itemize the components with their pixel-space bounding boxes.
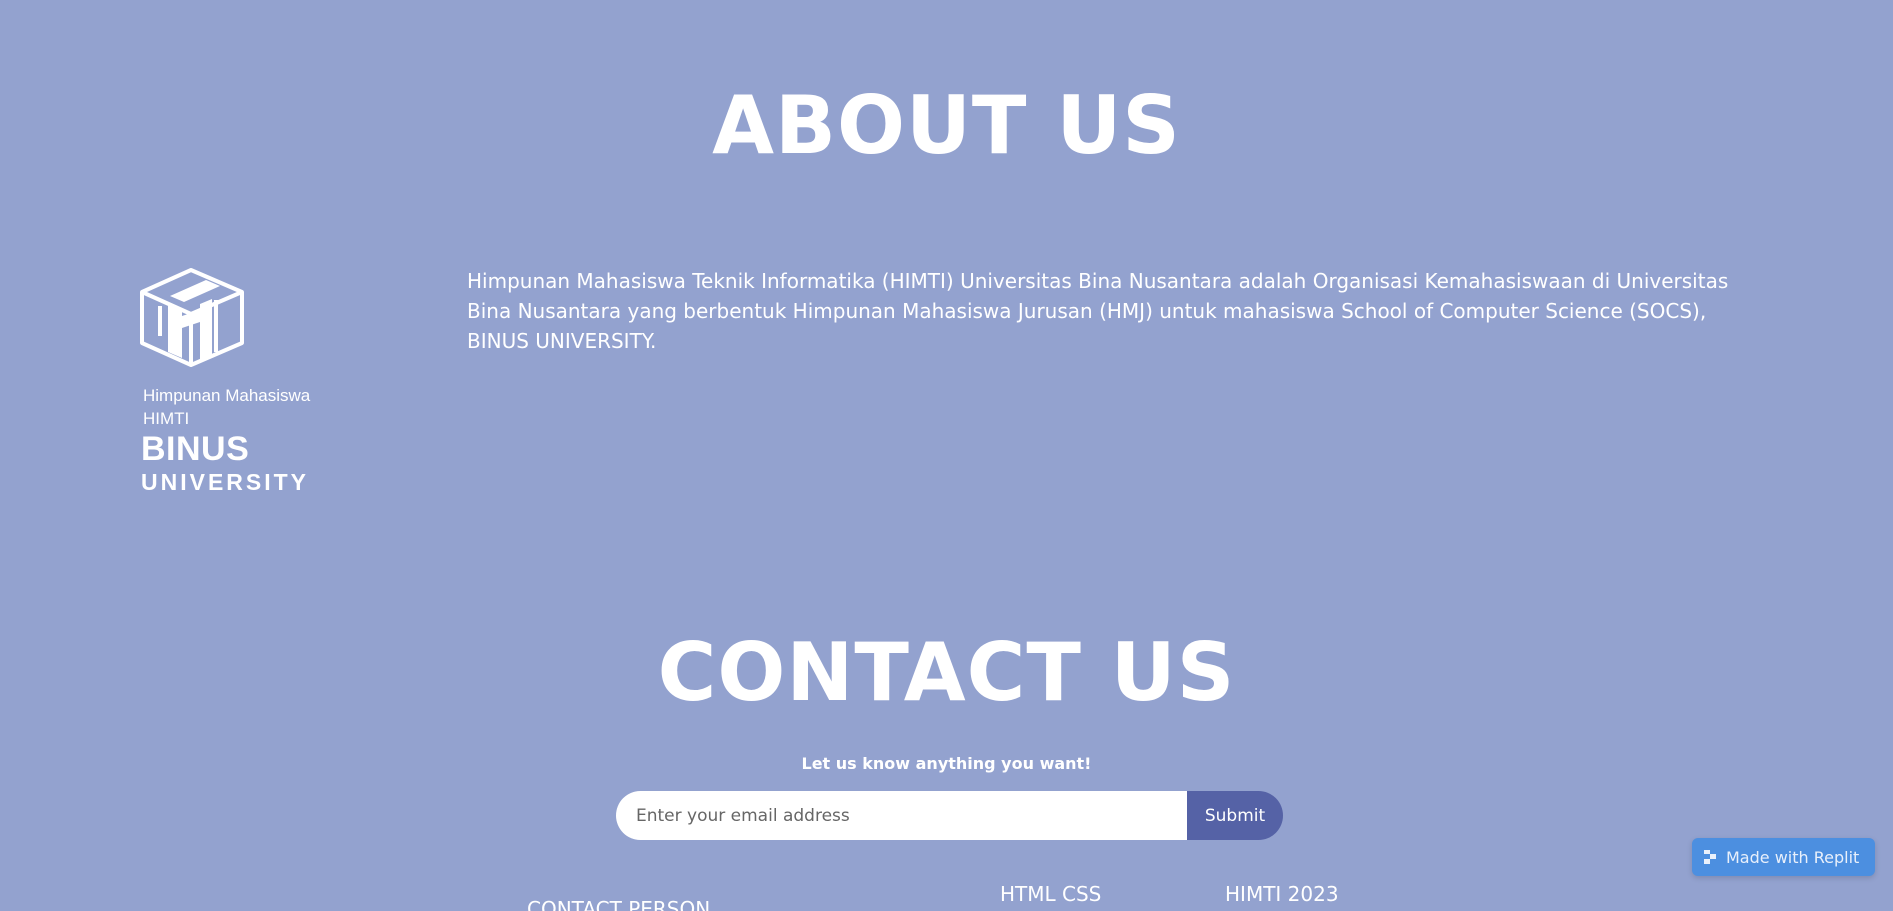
submit-button[interactable]: Submit [1187, 791, 1283, 840]
logo-text-binus: BINUS [141, 430, 250, 468]
about-title: ABOUT US [712, 79, 1181, 172]
logo-text-himti: HIMTI [143, 409, 190, 428]
himti-cube-icon [140, 268, 244, 367]
page: ABOUT US Himpunan Mahasiswa HIMTI BINUS … [0, 0, 1893, 911]
replit-badge-button[interactable]: Made with Replit [1692, 838, 1875, 876]
email-input[interactable] [616, 791, 1187, 840]
contact-title: CONTACT US [657, 626, 1236, 719]
contact-subtitle: Let us know anything you want! [801, 754, 1092, 773]
footer-html-css: HTML CSS [1000, 882, 1102, 906]
footer-contact-person: CONTACT PERSON [527, 897, 711, 911]
replit-icon [1704, 850, 1716, 864]
logo-text-himpunan: Himpunan Mahasiswa [143, 386, 311, 405]
footer-himti: HIMTI 2023 [1225, 882, 1339, 906]
replit-badge-label: Made with Replit [1726, 847, 1860, 867]
about-description: Himpunan Mahasiswa Teknik Informatika (H… [467, 269, 1729, 353]
subscribe-form: Submit [616, 791, 1283, 840]
logo-text-university: UNIVERSITY [141, 469, 310, 495]
